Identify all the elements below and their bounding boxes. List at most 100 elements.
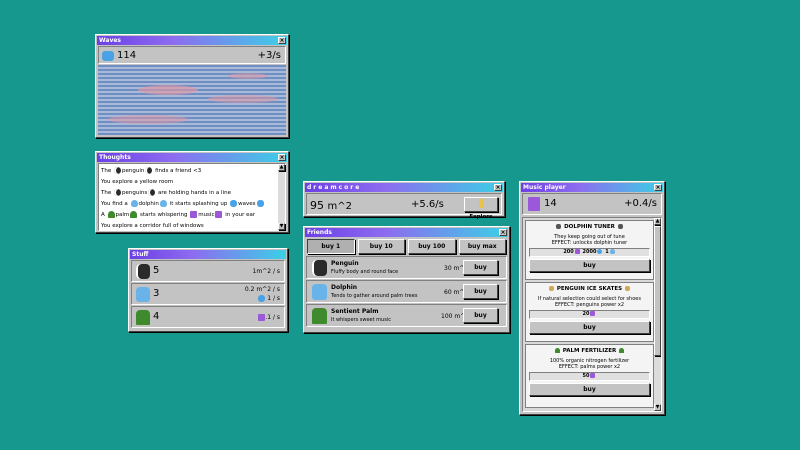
friends-titlebar: Friends ×: [305, 228, 508, 237]
thought-text: music: [198, 212, 215, 218]
music-titlebar: Music player ×: [521, 183, 663, 192]
penguin-icon: [113, 189, 121, 196]
friend-row: Penguin Fluffy body and round face 30 m^…: [306, 256, 507, 279]
thoughts-titlebar: Thoughts ×: [97, 153, 287, 162]
close-icon[interactable]: ×: [499, 229, 507, 236]
music-counter-panel: 14 +0.4/s: [522, 193, 662, 215]
upgrade-name: PALM FERTILIZER: [562, 348, 617, 354]
thought-text: You find a: [101, 201, 128, 207]
buy-penguin-button[interactable]: buy: [463, 260, 498, 275]
stuff-window: Stuff 5 1m^2 / s 3 0.2 m^2 / s 1 / s 4 0…: [128, 248, 288, 332]
music-icon: [590, 373, 596, 378]
waves-title: Waves: [99, 37, 122, 44]
upgrades-scrollbar[interactable]: ▲ ▼: [654, 218, 661, 411]
buy-100-button[interactable]: buy 100: [408, 239, 456, 254]
music-player-window: Music player × 14 +0.4/s DOLPHIN TUNER T…: [519, 181, 665, 415]
close-icon[interactable]: ×: [494, 184, 502, 191]
stuff-count: 5: [153, 265, 160, 276]
stuff-rate: 0.2 m^2 / s: [244, 286, 280, 293]
friend-name: Sentient Palm: [331, 308, 379, 315]
close-icon[interactable]: ×: [654, 184, 662, 191]
area-panel: 95 m^2 +5.6/s Explore: [306, 193, 502, 220]
thoughts-log[interactable]: The penguin finds a friend <3 You explor…: [98, 163, 286, 231]
friend-desc: It whispers sweet music: [331, 317, 391, 323]
thought-text: penguins: [121, 190, 148, 196]
close-icon[interactable]: ×: [278, 154, 286, 161]
wave-streak: [138, 85, 198, 95]
stuff-rate: 1 / s: [267, 295, 280, 302]
waves-icon: [230, 200, 238, 207]
music-icon: [590, 311, 596, 316]
thought-text: are holding hands in a line: [157, 190, 231, 196]
area-value: 95 m^2: [310, 199, 352, 212]
buy-10-button[interactable]: buy 10: [357, 239, 405, 254]
scroll-up-icon[interactable]: ▲: [278, 164, 285, 171]
tuner-icon: [556, 224, 562, 229]
music-note-icon: [528, 197, 540, 211]
dreamcore-title: dreamcore: [307, 184, 362, 191]
scroll-up-icon[interactable]: ▲: [654, 218, 661, 225]
buy-dolphin-button[interactable]: buy: [463, 284, 498, 299]
buy-max-button[interactable]: buy max: [458, 239, 506, 254]
dolphin-icon: [159, 200, 167, 207]
thought-text: it starts splashing up: [169, 201, 228, 207]
scroll-thumb[interactable]: [654, 226, 661, 356]
thought-line: A palm starts whispering music in your e…: [101, 210, 283, 221]
thought-line: You explore a yellow room: [101, 179, 174, 185]
buy-palm-button[interactable]: buy: [463, 308, 498, 323]
explore-label: Explore: [469, 214, 493, 220]
stuff-rate: 1m^2 / s: [252, 268, 280, 275]
palm-icon: [619, 348, 625, 353]
scroll-down-icon[interactable]: ▼: [278, 223, 285, 230]
penguin-icon: [136, 264, 150, 279]
close-icon[interactable]: ×: [278, 37, 286, 44]
stuff-titlebar: Stuff: [130, 250, 286, 259]
area-number: 95: [310, 199, 324, 212]
penguin-icon: [312, 260, 327, 276]
thought-line: You explore a corridor full of windows: [101, 223, 204, 229]
wave-streak: [208, 95, 278, 103]
friends-window: Friends × buy 1 buy 10 buy 100 buy max P…: [303, 226, 510, 333]
skates-icon: [625, 286, 631, 291]
music-rate: +0.4/s: [624, 198, 657, 209]
friends-title: Friends: [307, 229, 332, 236]
thought-text: The: [101, 190, 112, 196]
buy-1-button[interactable]: buy 1: [307, 239, 355, 254]
buy-palm-fertilizer-button[interactable]: buy: [529, 383, 650, 396]
thoughts-window: Thoughts × The penguin finds a friend <3…: [95, 151, 289, 233]
palm-icon: [107, 211, 115, 218]
penguin-icon: [113, 167, 121, 174]
cost-value: 200: [563, 249, 574, 255]
waves-icon: [258, 295, 265, 302]
buy-penguin-skates-button[interactable]: buy: [529, 321, 650, 334]
thought-text: waves: [238, 201, 256, 207]
scroll-down-icon[interactable]: ▼: [654, 404, 661, 411]
thought-text: penguin: [121, 168, 145, 174]
palm-icon: [312, 308, 327, 324]
upgrade-name: PENGUIN ICE SKATES: [556, 286, 623, 292]
skates-icon: [548, 286, 554, 291]
thought-text: starts whispering: [140, 212, 188, 218]
cost-value: 2000: [582, 249, 597, 255]
cost-value: 50: [582, 373, 590, 379]
thoughts-scrollbar[interactable]: ▲ ▼: [278, 164, 285, 230]
thought-line: The penguin finds a friend <3: [101, 166, 283, 177]
area-unit: m^2: [327, 201, 352, 212]
dolphin-icon: [136, 287, 150, 302]
cost-value: 1: [605, 249, 609, 255]
waves-icon: [102, 51, 114, 61]
friend-name: Penguin: [331, 260, 359, 267]
upgrades-list[interactable]: DOLPHIN TUNER They keep going out of tun…: [522, 217, 662, 412]
dolphin-icon: [130, 200, 138, 207]
waves-animation: [98, 65, 286, 135]
explore-button[interactable]: Explore: [464, 197, 498, 220]
stuff-row: 3 0.2 m^2 / s 1 / s: [131, 283, 285, 305]
waves-rate: +3/s: [257, 50, 281, 61]
buy-dolphin-tuner-button[interactable]: buy: [529, 259, 650, 272]
buy-amount-tabs: buy 1 buy 10 buy 100 buy max: [307, 239, 506, 254]
friend-desc: Tends to gather around palm trees: [331, 293, 418, 299]
upgrade-title: PENGUIN ICE SKATES: [526, 286, 653, 292]
penguin-icon: [145, 167, 153, 174]
music-icon: [258, 314, 265, 321]
upgrade-cost: 20: [529, 310, 650, 319]
